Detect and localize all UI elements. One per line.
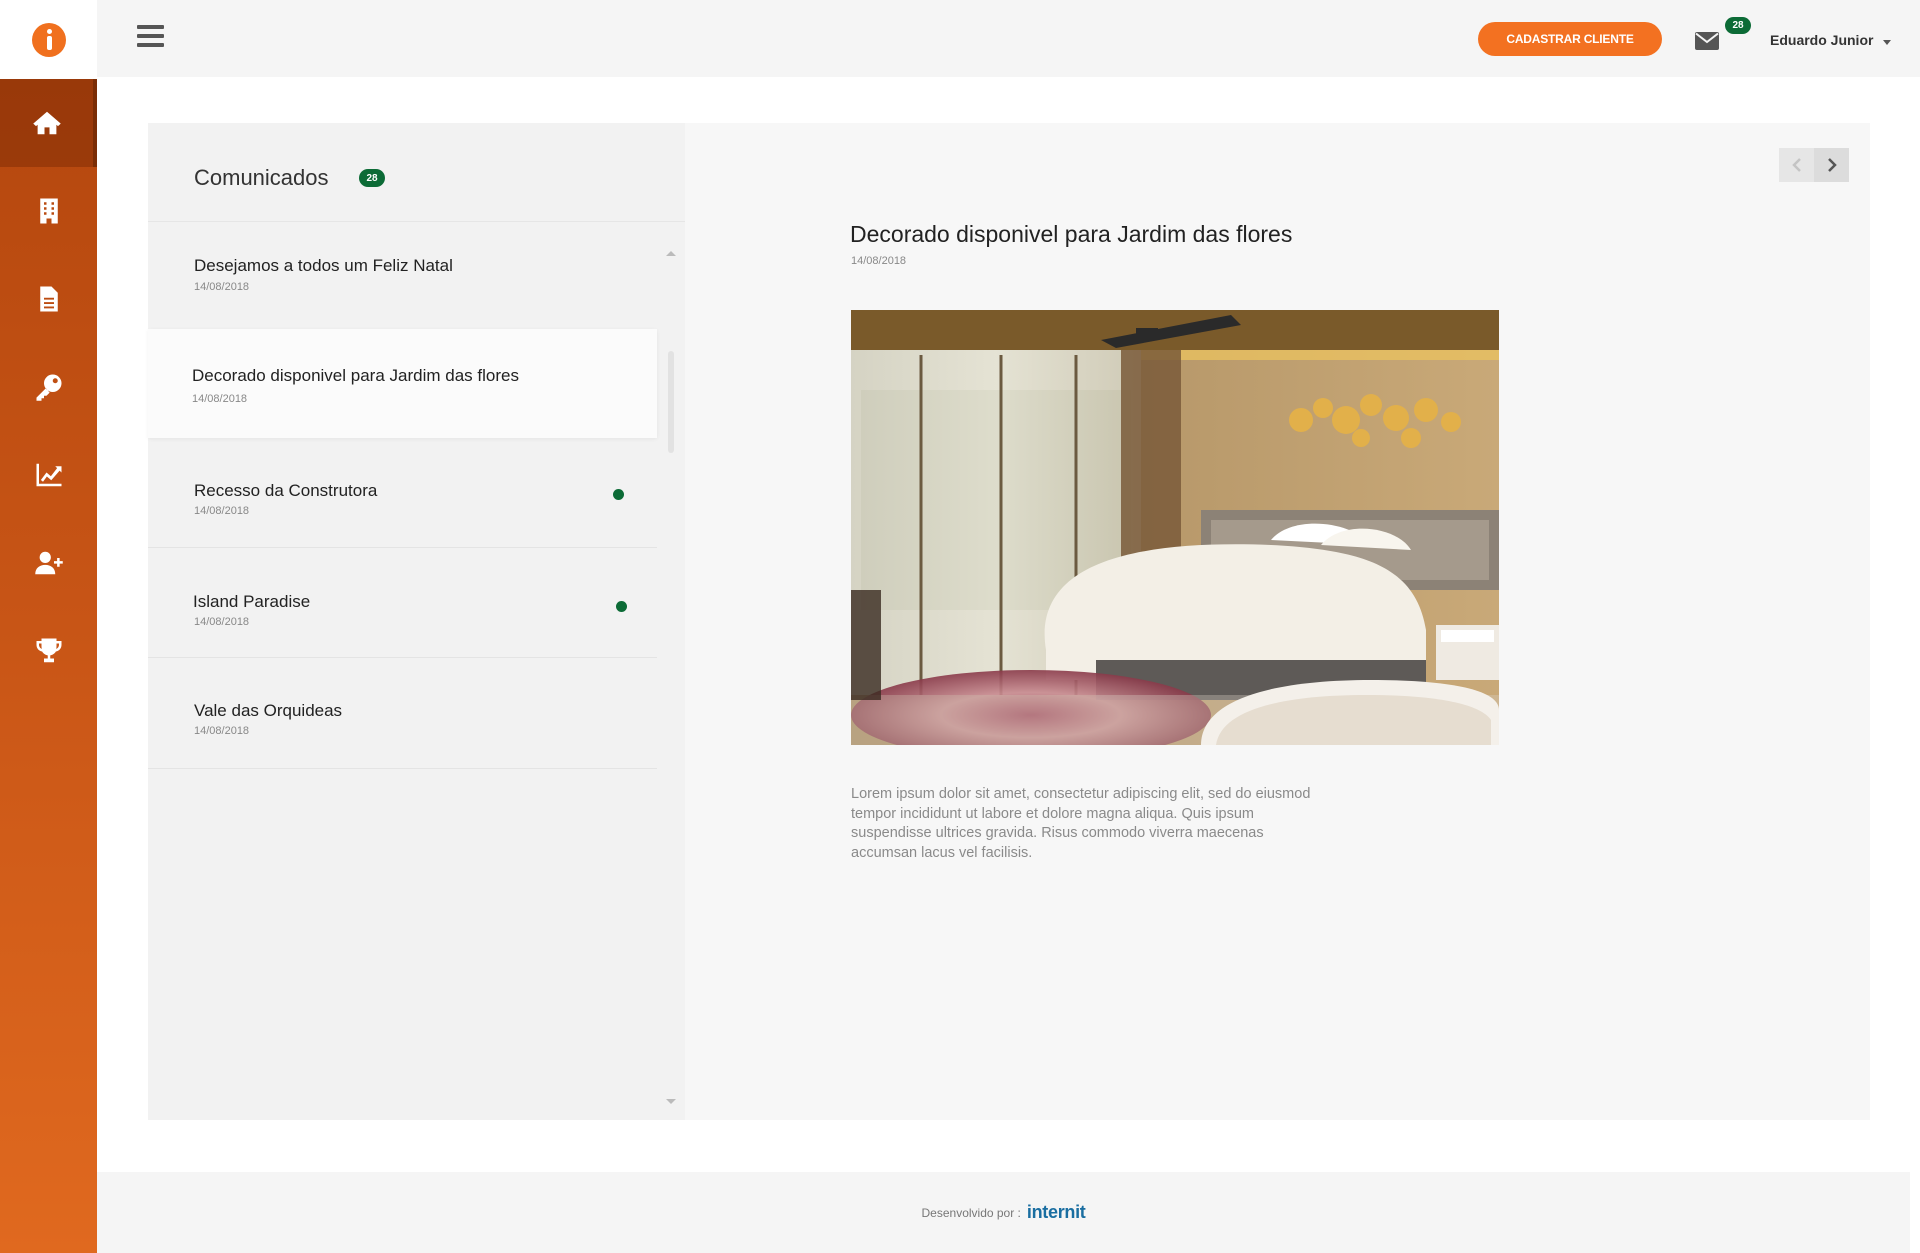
footer-label: Desenvolvido por : (921, 1205, 1021, 1220)
info-logo-icon (31, 22, 66, 57)
hotel-room-illustration (851, 310, 1499, 745)
scroll-up-arrow[interactable] (666, 251, 676, 256)
sidebar-item-rewards[interactable] (0, 607, 97, 695)
building-icon (39, 198, 58, 224)
trophy-icon (36, 638, 61, 663)
unread-dot (613, 489, 624, 500)
sidebar-item-home[interactable] (0, 79, 97, 167)
list-item-title: Vale das Orquideas (194, 701, 343, 720)
sidebar-item-keys[interactable] (0, 343, 97, 431)
user-plus-icon (34, 551, 63, 575)
sidebar-item-documents[interactable] (0, 255, 97, 343)
list-item[interactable]: Recesso da Construtora 14/08/2018 (148, 439, 657, 548)
list-item-selected[interactable]: Decorado disponivel para Jardim das flor… (148, 329, 657, 438)
list-item-date: 14/08/2018 (194, 725, 250, 737)
footer: Desenvolvido por : internit (97, 1172, 1910, 1253)
top-bar: CADASTRAR CLIENTE 28 Eduardo Junior (97, 0, 1920, 77)
list-item[interactable]: Island Paradise 14/08/2018 (148, 549, 657, 658)
list-item-date: 14/08/2018 (194, 616, 250, 628)
mail-badge: 28 (1725, 17, 1751, 34)
document-icon (39, 286, 58, 312)
announcement-detail: Decorado disponivel para Jardim das flor… (685, 123, 1870, 1120)
detail-body: Lorem ipsum dolor sit amet, consectetur … (851, 786, 1311, 861)
internit-logo-link[interactable]: internit (1027, 1202, 1086, 1223)
chevron-down-icon[interactable] (1883, 40, 1891, 45)
list-item-date: 14/08/2018 (194, 505, 250, 517)
sidebar-item-reports[interactable] (0, 431, 97, 519)
hamburger-icon[interactable] (137, 25, 164, 49)
list-item-date: 14/08/2018 (194, 281, 250, 293)
home-icon (32, 111, 61, 135)
mail-icon[interactable] (1695, 32, 1719, 50)
detail-title: Decorado disponivel para Jardim das flor… (850, 221, 1293, 247)
sidebar-item-add-user[interactable] (0, 519, 97, 607)
user-menu[interactable]: Eduardo Junior (1770, 32, 1873, 48)
chevron-left-icon (1791, 158, 1801, 172)
detail-date: 14/08/2018 (851, 255, 907, 267)
next-button[interactable] (1814, 148, 1849, 182)
list-item-title: Decorado disponivel para Jardim das flor… (192, 366, 519, 385)
chart-line-icon (36, 463, 61, 487)
list-item[interactable]: Vale das Orquideas 14/08/2018 (148, 660, 657, 769)
announcements-panel: Comunicados 28 Desejamos a todos um Feli… (148, 123, 685, 1120)
hotel-room-image (851, 310, 1499, 745)
sidebar-item-buildings[interactable] (0, 167, 97, 255)
panel-title: Comunicados (194, 165, 329, 190)
scrollbar-thumb[interactable] (668, 351, 674, 453)
list-item-title: Desejamos a todos um Feliz Natal (194, 256, 453, 275)
pager (1779, 148, 1849, 182)
unread-dot (616, 601, 627, 612)
key-icon (36, 374, 61, 401)
list-item-title: Recesso da Construtora (194, 481, 378, 500)
announcements-count-badge: 28 (359, 169, 385, 187)
list-item[interactable]: Desejamos a todos um Feliz Natal 14/08/2… (148, 222, 657, 331)
list-item-title: Island Paradise (193, 592, 311, 611)
logo[interactable] (0, 0, 97, 79)
list-item-date: 14/08/2018 (192, 393, 248, 405)
previous-button[interactable] (1779, 148, 1814, 182)
chevron-right-icon (1827, 158, 1837, 172)
sidebar (0, 0, 97, 1253)
register-client-button[interactable]: CADASTRAR CLIENTE (1478, 22, 1662, 56)
scroll-down-arrow[interactable] (666, 1099, 676, 1104)
